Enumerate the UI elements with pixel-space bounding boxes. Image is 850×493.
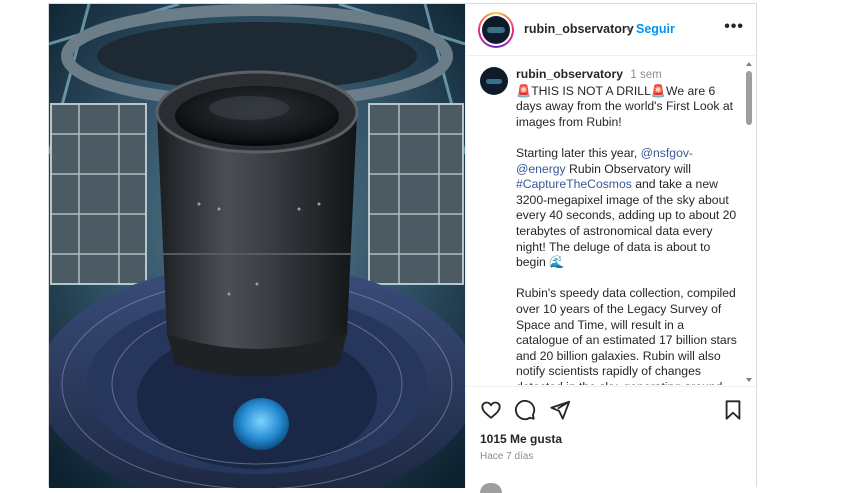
wave-icon: 🌊 <box>549 255 565 270</box>
siren-icon: 🚨 <box>516 83 532 98</box>
caption-time: 1 sem <box>630 69 662 81</box>
caption-p2-start: Starting later this year, <box>516 145 641 160</box>
paper-plane-icon[interactable] <box>549 399 571 421</box>
caption-avatar[interactable] <box>480 67 508 95</box>
caption-p3: Rubin's speedy data collection, compiled… <box>516 286 737 385</box>
telescope-photo <box>49 4 465 488</box>
username-link[interactable]: rubin_observatory <box>524 22 634 36</box>
post-image[interactable] <box>49 4 465 488</box>
siren-icon: 🚨 <box>650 83 667 98</box>
likes-count[interactable]: 1015 Me gusta <box>480 432 562 446</box>
follow-button[interactable]: Seguir <box>636 22 675 36</box>
comment-avatar-stub <box>480 483 502 493</box>
scroll-up-icon[interactable] <box>746 62 752 66</box>
comment-icon[interactable] <box>514 399 536 421</box>
action-bar: 1015 Me gusta Hace 7 días <box>466 386 758 493</box>
avatar[interactable] <box>478 12 514 48</box>
caption-text: rubin_observatory 1 sem 🚨THIS IS NOT A D… <box>516 67 738 385</box>
caption-p2-mid: Rubin Observatory will <box>565 161 691 176</box>
heart-icon[interactable] <box>480 399 502 421</box>
separator-dot: • <box>627 22 632 36</box>
scroll-down-icon[interactable] <box>746 378 752 382</box>
post-header: rubin_observatory • Seguir ••• <box>466 4 758 56</box>
post-side-panel: rubin_observatory • Seguir ••• rubin_obs… <box>465 4 758 493</box>
caption-area[interactable]: rubin_observatory 1 sem 🚨THIS IS NOT A D… <box>466 57 758 385</box>
caption-line1: THIS IS NOT A DRILL <box>531 83 651 98</box>
post-timestamp: Hace 7 días <box>480 451 534 462</box>
more-options-icon[interactable]: ••• <box>724 18 744 36</box>
caption-username[interactable]: rubin_observatory <box>516 67 623 81</box>
hashtag-link[interactable]: #CaptureTheCosmos <box>516 177 632 191</box>
scroll-thumb[interactable] <box>746 71 752 125</box>
caption-scrollbar[interactable] <box>745 62 753 382</box>
post-dialog: rubin_observatory • Seguir ••• rubin_obs… <box>48 3 758 493</box>
bookmark-icon[interactable] <box>722 399 744 421</box>
